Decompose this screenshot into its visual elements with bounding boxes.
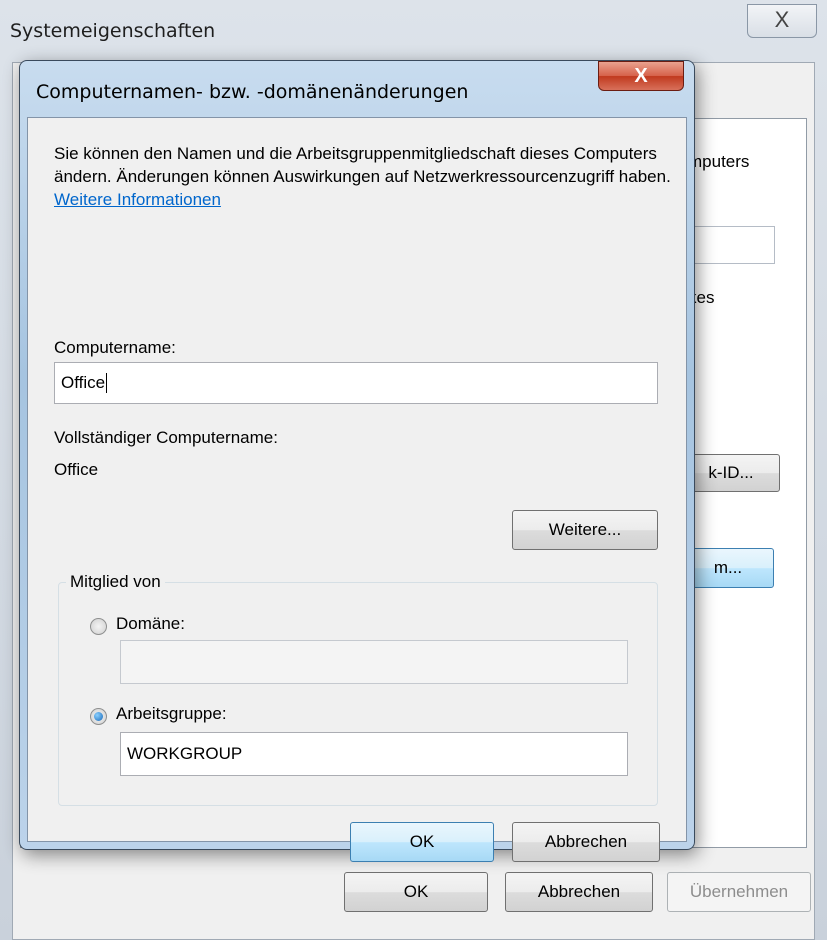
computer-name-changes-dialog: Computernamen- bzw. -domänenänderungen X… xyxy=(19,60,695,862)
workgroup-radio[interactable] xyxy=(90,708,107,725)
text-caret xyxy=(106,373,108,393)
workgroup-label: Arbeitsgruppe: xyxy=(116,704,227,723)
more-button[interactable]: Weitere... xyxy=(512,510,658,550)
domain-input[interactable] xyxy=(120,640,628,684)
workgroup-input[interactable]: WORKGROUP xyxy=(120,732,628,776)
apply-button[interactable]: Übernehmen xyxy=(667,872,811,912)
cancel-button[interactable]: Abbrechen xyxy=(505,872,653,912)
intro-paragraph: Sie können den Namen und die Arbeitsgrup… xyxy=(54,142,674,211)
more-info-link[interactable]: Weitere Informationen xyxy=(54,190,221,209)
intro-text: Sie können den Namen und die Arbeitsgrup… xyxy=(54,144,671,186)
network-id-button[interactable]: k-ID... xyxy=(682,454,780,492)
member-of-legend: Mitglied von xyxy=(66,572,165,592)
computer-name-label: Computername: xyxy=(54,338,176,357)
full-computer-name-value: Office xyxy=(54,460,99,479)
ok-button[interactable]: OK xyxy=(344,872,488,912)
computer-name-input[interactable]: Office xyxy=(54,362,658,404)
window-title: Systemeigenschaften xyxy=(10,20,216,42)
ok-button[interactable]: OK xyxy=(350,822,494,862)
domain-label: Domäne: xyxy=(116,614,185,633)
close-button[interactable]: X xyxy=(598,61,684,91)
partial-description-text: mputers xyxy=(688,152,750,171)
dialog-client-area: Sie können den Namen und die Arbeitsgrup… xyxy=(27,117,687,862)
dialog-title: Computernamen- bzw. -domänenänderungen xyxy=(36,81,469,103)
domain-radio[interactable] xyxy=(90,618,107,635)
full-computer-name-label: Vollständiger Computername: xyxy=(54,428,278,447)
cancel-button[interactable]: Abbrechen xyxy=(512,822,660,862)
change-button[interactable]: m... xyxy=(682,548,774,588)
computer-description-input[interactable] xyxy=(683,226,775,264)
computer-name-value: Office xyxy=(61,373,106,392)
close-button[interactable]: X xyxy=(747,4,817,38)
